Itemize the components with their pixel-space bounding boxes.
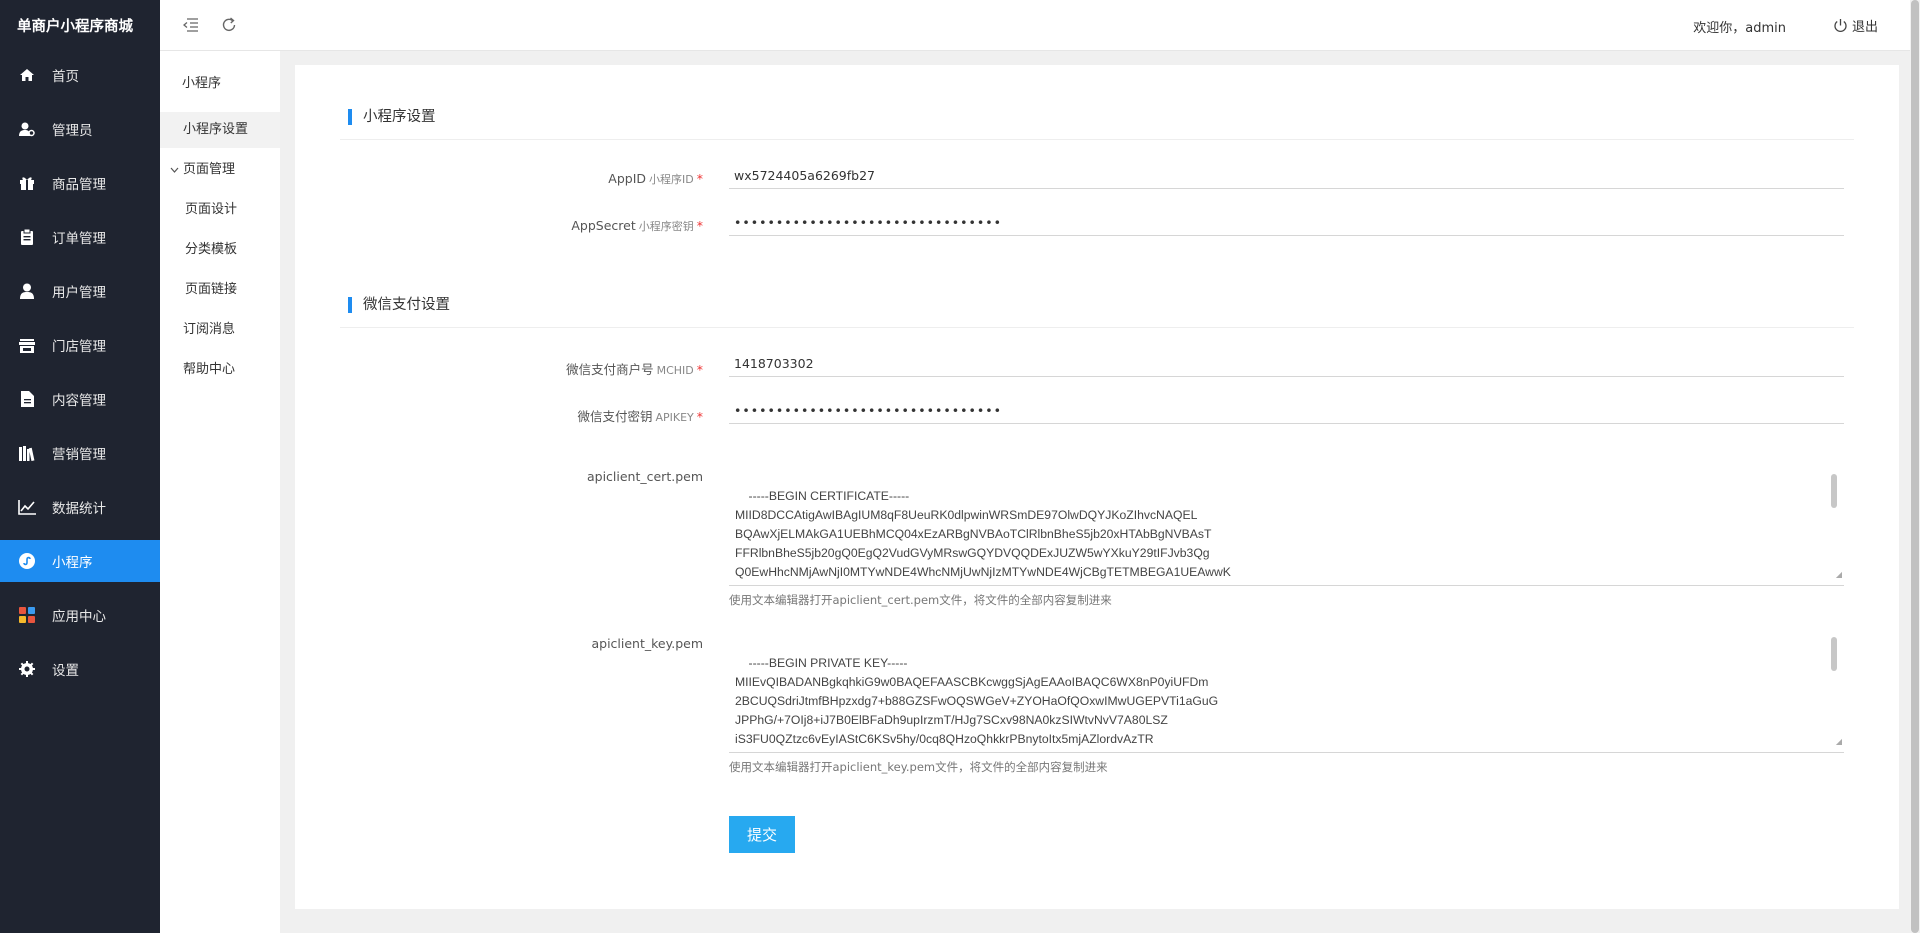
apikey-label: 微信支付密钥 APIKEY *: [577, 409, 703, 424]
apps-icon: [18, 606, 36, 624]
power-icon: [1834, 19, 1847, 32]
refresh-icon[interactable]: [218, 14, 240, 36]
mchid-label: 微信支付商户号 MCHID *: [566, 362, 703, 377]
key-hint: 使用文本编辑器打开apiclient_key.pem文件，将文件的全部内容复制进…: [729, 760, 1108, 774]
sidebar-item-statistics[interactable]: 数据统计: [0, 486, 160, 528]
sidebar-item-label: 小程序: [52, 555, 93, 571]
user-icon: [18, 282, 36, 300]
store-icon: [18, 336, 36, 354]
top-bar: 欢迎你，admin 退出: [160, 0, 1920, 51]
subnav-item-page-design[interactable]: 页面设计: [160, 192, 280, 228]
sidebar-item-mini-program[interactable]: 小程序: [0, 540, 160, 582]
subnav-group-label: 页面管理: [183, 162, 236, 177]
sidebar-item-settings[interactable]: 设置: [0, 648, 160, 690]
sidebar-item-label: 管理员: [52, 123, 93, 139]
apikey-input[interactable]: [729, 398, 1844, 424]
sidebar-item-label: 设置: [52, 663, 79, 679]
logout-button[interactable]: 退出: [1833, 16, 1878, 35]
page-scrollbar-thumb[interactable]: [1911, 0, 1919, 933]
sidebar-item-users[interactable]: 用户管理: [0, 270, 160, 312]
sidebar-item-label: 商品管理: [52, 177, 106, 193]
subnav-group-page-management[interactable]: 页面管理: [160, 152, 280, 188]
scrollbar-thumb[interactable]: [1831, 637, 1837, 671]
sidebar-item-label: 首页: [52, 69, 79, 85]
main-sidebar: 单商户小程序商城 首页 管理员 商品管理 订单管理 用户管理 门店管理 内容管理…: [0, 0, 160, 933]
section-divider: [340, 139, 1854, 140]
welcome-text: 欢迎你，admin: [1693, 21, 1786, 36]
sidebar-item-label: 内容管理: [52, 393, 106, 409]
logout-label: 退出: [1851, 20, 1878, 35]
sidebar-item-label: 营销管理: [52, 447, 106, 463]
cert-textarea[interactable]: -----BEGIN CERTIFICATE----- MIID8DCCAtig…: [729, 460, 1844, 586]
sidebar-item-content[interactable]: 内容管理: [0, 378, 160, 420]
sidebar-item-label: 订单管理: [52, 231, 106, 247]
mini-program-icon: [18, 552, 36, 570]
sidebar-item-label: 数据统计: [52, 501, 106, 517]
sidebar-item-products[interactable]: 商品管理: [0, 162, 160, 204]
sidebar-item-label: 用户管理: [52, 285, 106, 301]
sidebar-item-label: 应用中心: [52, 609, 106, 625]
sidebar-item-home[interactable]: 首页: [0, 54, 160, 96]
appid-label: AppID 小程序ID *: [608, 171, 703, 186]
section-title-wechat-pay: 微信支付设置: [348, 297, 450, 313]
appsecret-input[interactable]: [729, 210, 1844, 236]
sidebar-item-stores[interactable]: 门店管理: [0, 324, 160, 366]
key-textarea-content: -----BEGIN PRIVATE KEY----- MIIEvQIBADAN…: [735, 656, 1219, 752]
submit-button[interactable]: 提交: [729, 816, 795, 853]
subnav-item-help-center[interactable]: 帮助中心: [160, 352, 280, 388]
cert-label: apiclient_cert.pem: [586, 469, 703, 484]
clipboard-icon: [18, 228, 36, 246]
resize-handle-icon[interactable]: ◢: [1836, 565, 1842, 584]
secondary-sidebar: 小程序 小程序设置 页面管理 页面设计 分类模板 页面链接 订阅消息 帮助中心: [160, 0, 280, 933]
section-title-mini-program: 小程序设置: [348, 109, 436, 125]
home-icon: [18, 66, 36, 84]
subnav-item-category-template[interactable]: 分类模板: [160, 232, 280, 268]
sidebar-item-orders[interactable]: 订单管理: [0, 216, 160, 258]
subnav-item-mini-program-settings[interactable]: 小程序设置: [160, 112, 280, 148]
sidebar-item-app-center[interactable]: 应用中心: [0, 594, 160, 636]
page-scrollbar[interactable]: [1910, 0, 1920, 933]
mchid-input[interactable]: [729, 351, 1844, 377]
admin-user-icon: [18, 120, 36, 138]
gear-icon: [18, 660, 36, 678]
chevron-down-icon: [170, 153, 179, 189]
main-nav: 首页 管理员 商品管理 订单管理 用户管理 门店管理 内容管理 营销管理 数据统…: [0, 54, 160, 690]
books-icon: [18, 444, 36, 462]
resize-handle-icon[interactable]: ◢: [1836, 732, 1842, 751]
sidebar-item-marketing[interactable]: 营销管理: [0, 432, 160, 474]
cert-textarea-content: -----BEGIN CERTIFICATE----- MIID8DCCAtig…: [735, 489, 1239, 585]
subnav-list: 小程序设置 页面管理 页面设计 分类模板 页面链接 订阅消息 帮助中心: [160, 112, 280, 392]
subnav-title: 小程序: [182, 76, 222, 91]
app-title: 单商户小程序商城: [17, 19, 133, 35]
settings-panel: 小程序设置 AppID小程序ID* AppSecret小程序密钥* 微信支付设置…: [295, 65, 1899, 909]
scrollbar-thumb[interactable]: [1831, 474, 1837, 508]
appid-input[interactable]: [729, 163, 1844, 189]
sidebar-item-admin[interactable]: 管理员: [0, 108, 160, 150]
key-textarea[interactable]: -----BEGIN PRIVATE KEY----- MIIEvQIBADAN…: [729, 627, 1844, 753]
subnav-item-subscription-messages[interactable]: 订阅消息: [160, 312, 280, 348]
subnav-item-page-links[interactable]: 页面链接: [160, 272, 280, 308]
sidebar-item-label: 门店管理: [52, 339, 106, 355]
cert-hint: 使用文本编辑器打开apiclient_cert.pem文件，将文件的全部内容复制…: [729, 593, 1112, 607]
gift-icon: [18, 174, 36, 192]
collapse-menu-icon[interactable]: [180, 14, 202, 36]
document-icon: [18, 390, 36, 408]
appsecret-label: AppSecret 小程序密钥 *: [571, 218, 703, 233]
key-label: apiclient_key.pem: [591, 636, 703, 651]
line-chart-icon: [18, 498, 36, 516]
section-divider: [340, 327, 1854, 328]
